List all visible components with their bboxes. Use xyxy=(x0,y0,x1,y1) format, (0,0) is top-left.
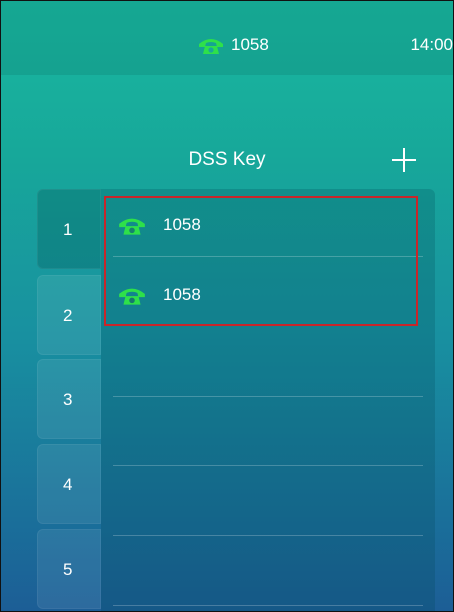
phone-screen: 1058 14:00 DSS Key 1 2 3 4 5 1058 1058 xyxy=(0,0,454,612)
status-line-indicator: 1058 xyxy=(197,35,269,55)
dss-key-tab-3[interactable]: 3 xyxy=(37,359,101,439)
divider xyxy=(113,396,423,397)
dss-key-tab-label: 2 xyxy=(63,306,73,325)
dss-key-tab-label: 5 xyxy=(63,560,73,579)
dss-key-tab-4[interactable]: 4 xyxy=(37,444,101,524)
divider xyxy=(113,465,423,466)
add-button[interactable] xyxy=(389,145,419,175)
dss-key-tab-5[interactable]: 5 xyxy=(37,529,101,609)
divider xyxy=(113,535,423,536)
phone-icon xyxy=(199,39,223,54)
dss-key-tab-1[interactable]: 1 xyxy=(37,189,101,269)
dss-key-tab-label: 3 xyxy=(63,390,73,409)
status-bar: 1058 14:00 xyxy=(1,1,453,75)
selection-highlight xyxy=(104,196,418,326)
dss-key-tab-label: 1 xyxy=(63,220,73,239)
divider xyxy=(113,605,423,606)
dss-key-tab-label: 4 xyxy=(63,475,73,494)
page-title: DSS Key xyxy=(188,149,266,170)
dss-key-tab-2[interactable]: 2 xyxy=(37,275,101,355)
status-line-label: 1058 xyxy=(231,35,269,54)
status-time: 14:00 xyxy=(410,35,453,54)
